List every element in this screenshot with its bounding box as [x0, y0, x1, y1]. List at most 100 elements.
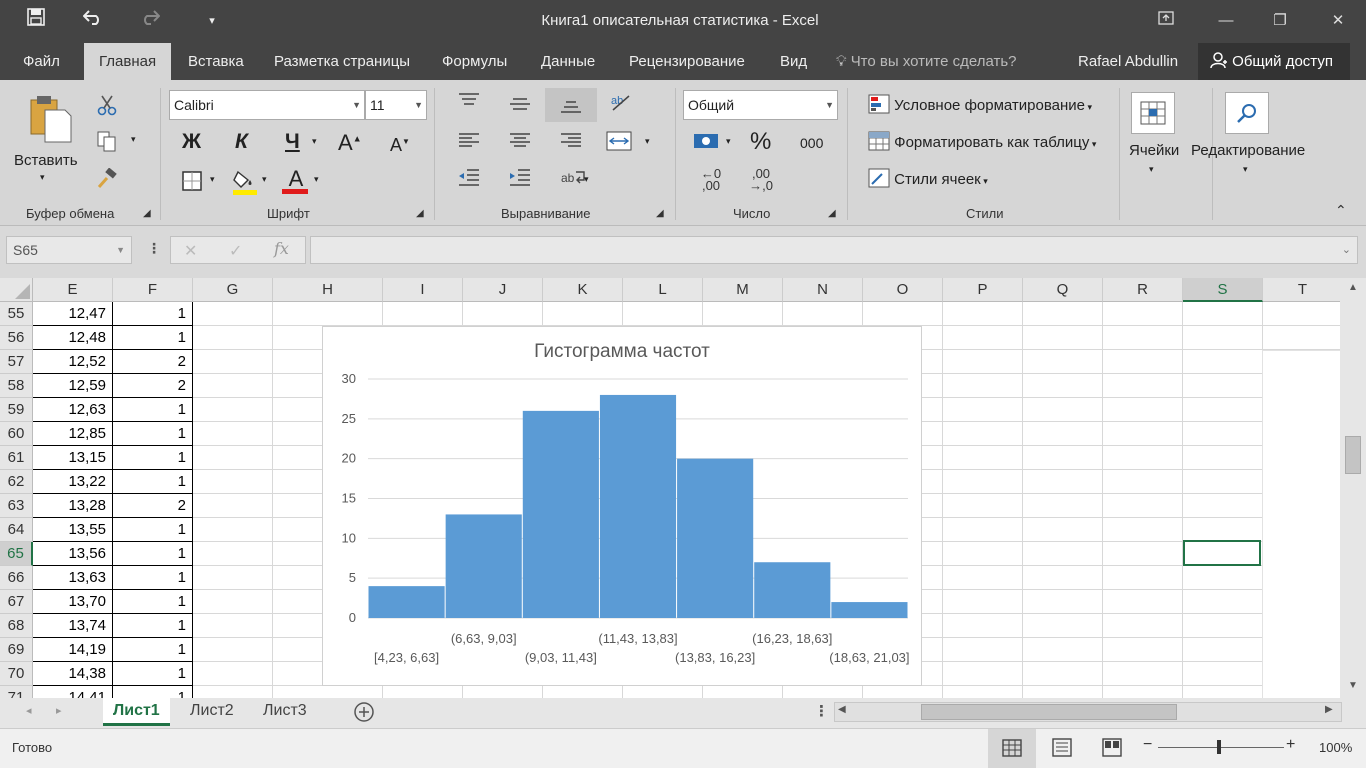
align-right-icon[interactable]	[558, 132, 584, 154]
row-header-60[interactable]: 60	[0, 422, 33, 446]
font-family-select[interactable]: Calibri ▼	[169, 90, 365, 120]
restore-button[interactable]: ❐	[1262, 7, 1298, 35]
chart-bar[interactable]	[522, 410, 599, 618]
enter-icon[interactable]: ✓	[229, 241, 242, 261]
cell-f-69[interactable]: 1	[113, 638, 193, 662]
decrease-decimal-button[interactable]: ,00 →,0	[745, 167, 777, 196]
cell-f-61[interactable]: 1	[113, 446, 193, 470]
column-header-m[interactable]: M	[703, 278, 783, 302]
row-header-55[interactable]: 55	[0, 302, 33, 326]
column-header-q[interactable]: Q	[1023, 278, 1103, 302]
cell-f-58[interactable]: 2	[113, 374, 193, 398]
row-header-66[interactable]: 66	[0, 566, 33, 590]
tab-review[interactable]: Рецензирование	[614, 43, 760, 80]
undo-icon[interactable]	[79, 8, 107, 34]
ribbon-display-icon[interactable]	[1148, 7, 1184, 35]
share-button[interactable]: Общий доступ	[1198, 43, 1350, 80]
cell-styles-button[interactable]: Стили ячеек ▾	[868, 168, 988, 188]
more-icon[interactable]: ⋮	[147, 240, 161, 257]
currency-dropdown-icon[interactable]: ▾	[726, 136, 731, 147]
cell-f-60[interactable]: 1	[113, 422, 193, 446]
align-left-icon[interactable]	[456, 132, 482, 154]
cells-dropdown-icon[interactable]: ▾	[1149, 164, 1154, 175]
cell-f-71[interactable]: 1	[113, 686, 193, 698]
row-header-57[interactable]: 57	[0, 350, 33, 374]
column-header-h[interactable]: H	[273, 278, 383, 302]
chart-bar[interactable]	[831, 602, 908, 618]
align-middle-icon[interactable]	[507, 96, 533, 116]
next-sheet-icon[interactable]: ▸	[56, 704, 62, 717]
chart-bar[interactable]	[677, 458, 754, 618]
currency-icon[interactable]	[692, 130, 722, 154]
search-icon[interactable]	[1225, 92, 1269, 134]
cell-e-58[interactable]: 12,59	[33, 374, 113, 398]
scroll-right-icon[interactable]: ▶	[1325, 704, 1333, 715]
number-format-select[interactable]: Общий ▼	[683, 90, 838, 120]
cells-icon[interactable]	[1131, 92, 1175, 134]
borders-icon[interactable]	[180, 170, 204, 194]
bold-button[interactable]: Ж	[182, 130, 201, 154]
zoom-out-button[interactable]: −	[1143, 736, 1152, 754]
expand-formula-icon[interactable]: ⌄	[1342, 237, 1351, 263]
row-header-70[interactable]: 70	[0, 662, 33, 686]
fill-color-icon[interactable]	[232, 168, 258, 196]
sheet-tab-2[interactable]: Лист2	[180, 698, 244, 726]
row-header-58[interactable]: 58	[0, 374, 33, 398]
row-header-61[interactable]: 61	[0, 446, 33, 470]
increase-decimal-button[interactable]: ←0 ,00	[695, 167, 727, 196]
page-break-view-icon[interactable]	[1100, 738, 1124, 761]
normal-view-button[interactable]	[988, 729, 1036, 768]
conditional-formatting-button[interactable]: Условное форматирование ▾	[868, 94, 1092, 114]
cell-e-69[interactable]: 14,19	[33, 638, 113, 662]
row-header-68[interactable]: 68	[0, 614, 33, 638]
minimize-button[interactable]: —	[1208, 7, 1244, 35]
cell-e-55[interactable]: 12,47	[33, 302, 113, 326]
column-header-n[interactable]: N	[783, 278, 863, 302]
shrink-font-button[interactable]: A▼	[390, 135, 410, 156]
cell-e-67[interactable]: 13,70	[33, 590, 113, 614]
font-color-dropdown-icon[interactable]: ▾	[314, 174, 319, 185]
cell-e-71[interactable]: 14,41	[33, 686, 113, 698]
scroll-up-icon[interactable]: ▲	[1344, 282, 1362, 298]
increase-indent-icon[interactable]	[507, 168, 533, 192]
wrap-dropdown-icon[interactable]: ▾	[584, 174, 589, 185]
active-cell-outline[interactable]	[1183, 540, 1261, 566]
chart-bar[interactable]	[754, 562, 831, 618]
row-header-64[interactable]: 64	[0, 518, 33, 542]
cell-e-56[interactable]: 12,48	[33, 326, 113, 350]
cell-f-65[interactable]: 1	[113, 542, 193, 566]
font-launcher-icon[interactable]: ◢	[416, 208, 424, 219]
zoom-slider-thumb[interactable]	[1217, 740, 1221, 754]
column-header-p[interactable]: P	[943, 278, 1023, 302]
insert-function-icon[interactable]: fx	[274, 239, 289, 258]
column-header-r[interactable]: R	[1103, 278, 1183, 302]
thousands-button[interactable]: 000	[800, 135, 823, 151]
tell-me-box[interactable]: 💡︎ Что вы хотите сделать?	[836, 43, 1017, 80]
name-box[interactable]: S65 ▼	[6, 236, 132, 264]
sheet-tab-3[interactable]: Лист3	[253, 698, 317, 726]
orientation-icon[interactable]: ab	[608, 92, 634, 116]
format-as-table-button[interactable]: Форматировать как таблицу ▾	[868, 131, 1096, 151]
horizontal-scroll-thumb[interactable]	[921, 704, 1177, 720]
editing-dropdown-icon[interactable]: ▾	[1243, 164, 1248, 175]
column-header-e[interactable]: E	[33, 278, 113, 302]
cell-f-56[interactable]: 1	[113, 326, 193, 350]
sheet-tab-1[interactable]: Лист1	[103, 698, 170, 726]
page-layout-view-icon[interactable]	[1050, 738, 1074, 761]
underline-dropdown-icon[interactable]: ▾	[312, 136, 317, 147]
cell-f-68[interactable]: 1	[113, 614, 193, 638]
cell-f-59[interactable]: 1	[113, 398, 193, 422]
column-header-l[interactable]: L	[623, 278, 703, 302]
save-icon[interactable]	[22, 8, 50, 34]
tab-page-layout[interactable]: Разметка страницы	[259, 43, 425, 80]
row-header-67[interactable]: 67	[0, 590, 33, 614]
row-header-65[interactable]: 65	[0, 542, 33, 566]
chart-bar[interactable]	[599, 394, 677, 618]
cut-icon[interactable]	[95, 94, 119, 118]
align-top-icon[interactable]	[456, 92, 482, 112]
chart-bar[interactable]	[445, 514, 522, 618]
chart-bar[interactable]	[368, 586, 445, 618]
cell-f-63[interactable]: 2	[113, 494, 193, 518]
cell-f-64[interactable]: 1	[113, 518, 193, 542]
cell-f-70[interactable]: 1	[113, 662, 193, 686]
